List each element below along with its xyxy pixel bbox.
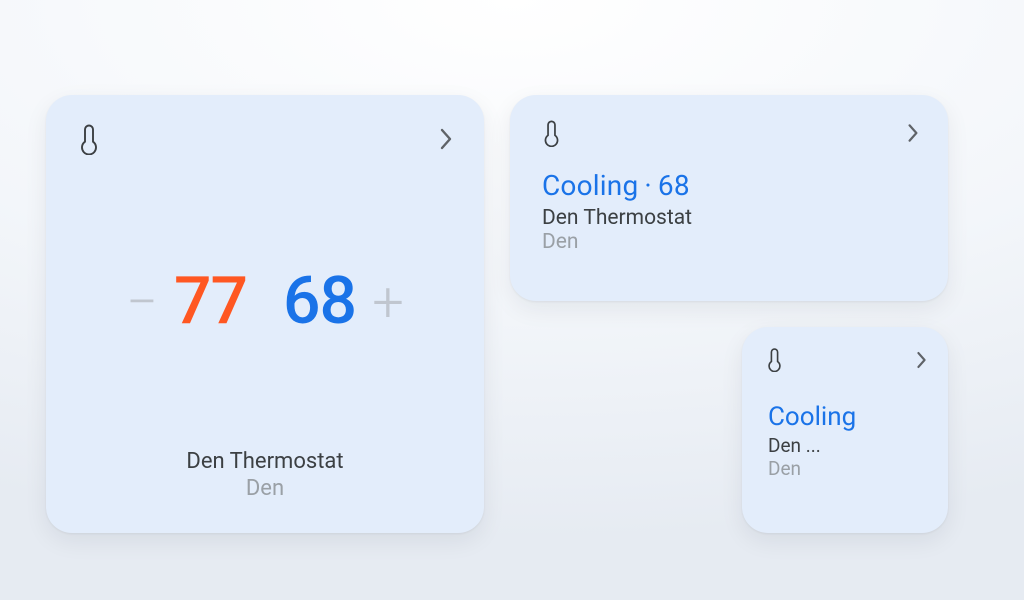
- thermostat-card-wide[interactable]: Cooling·68 Den Thermostat Den: [510, 95, 948, 301]
- separator-dot: ·: [638, 169, 658, 202]
- chevron-right-icon[interactable]: [438, 126, 454, 152]
- card-header: [764, 347, 930, 372]
- thermometer-icon: [766, 347, 783, 372]
- status-text: Cooling: [542, 169, 638, 202]
- thermostat-card-small[interactable]: Cooling Den ... Den: [742, 327, 948, 533]
- room-name: Den: [246, 476, 284, 501]
- increase-temp-button[interactable]: +: [356, 274, 420, 330]
- card-body: Cooling Den ... Den: [764, 402, 930, 480]
- thermometer-icon: [542, 119, 561, 147]
- minus-icon: −: [126, 274, 158, 330]
- card-body: Cooling·68 Den Thermostat Den: [540, 169, 924, 254]
- temperature-controls: − 77 68 +: [70, 155, 460, 449]
- setpoint-readout: 77 68: [174, 269, 356, 335]
- status-text: Cooling: [768, 402, 930, 432]
- plus-icon: +: [372, 274, 404, 330]
- device-name: Den ...: [768, 434, 930, 457]
- thermostat-card-large[interactable]: − 77 68 + Den Thermostat Den: [46, 95, 484, 533]
- status-line: Cooling·68: [542, 169, 924, 202]
- decrease-temp-button[interactable]: −: [110, 274, 174, 330]
- room-name: Den: [542, 230, 924, 254]
- device-name: Den Thermostat: [542, 206, 924, 230]
- card-header: [70, 119, 460, 155]
- heat-setpoint: 77: [174, 269, 247, 335]
- card-footer: Den Thermostat Den: [70, 449, 460, 507]
- chevron-right-icon[interactable]: [906, 122, 920, 144]
- card-header: [540, 117, 924, 147]
- chevron-right-icon[interactable]: [915, 350, 928, 370]
- setpoint-text: 68: [658, 169, 690, 202]
- room-name: Den: [768, 457, 930, 480]
- cool-setpoint: 68: [283, 269, 356, 335]
- thermometer-icon: [78, 123, 100, 155]
- device-name: Den Thermostat: [186, 449, 343, 474]
